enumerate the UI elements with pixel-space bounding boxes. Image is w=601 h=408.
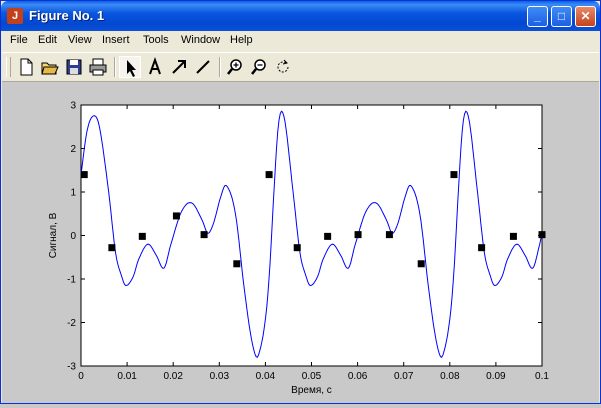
x-tick-label: 0.09 — [486, 371, 506, 382]
menu-file[interactable]: File — [10, 34, 28, 46]
toolbar — [2, 52, 599, 82]
x-tick-label: 0.07 — [394, 371, 414, 382]
toolbar-separator — [219, 57, 221, 77]
x-tick-label: 0.05 — [302, 371, 322, 382]
sample-marker — [200, 231, 208, 239]
y-tick-label: -3 — [67, 362, 76, 373]
y-tick-label: -2 — [67, 318, 76, 329]
x-tick-label: 0.1 — [535, 371, 549, 382]
sample-marker — [293, 244, 301, 252]
menu-window[interactable]: Window — [181, 34, 220, 46]
y-tick-label: 0 — [70, 231, 76, 242]
sample-marker — [80, 171, 88, 179]
sample-marker — [108, 244, 116, 252]
x-tick-label: 0.01 — [117, 371, 137, 382]
insert-arrow-icon[interactable] — [168, 56, 190, 78]
sample-marker — [324, 232, 332, 240]
y-tick-label: 2 — [70, 144, 76, 155]
print-icon[interactable] — [87, 56, 109, 78]
sample-marker — [233, 260, 241, 268]
toolbar-grip[interactable] — [6, 57, 11, 77]
save-icon[interactable] — [63, 56, 85, 78]
title-bar[interactable]: J Figure No. 1 _ □ ✕ — [1, 1, 600, 31]
minimize-button[interactable]: _ — [527, 6, 548, 27]
select-arrow-icon[interactable] — [119, 56, 141, 78]
x-tick-label: 0.06 — [348, 371, 368, 382]
close-button[interactable]: ✕ — [575, 6, 596, 27]
zoom-in-icon[interactable] — [224, 56, 246, 78]
rotate-icon[interactable] — [272, 56, 294, 78]
window-title: Figure No. 1 — [29, 8, 105, 23]
sample-marker — [509, 232, 517, 240]
maximize-button[interactable]: □ — [551, 6, 572, 27]
menu-bar: File Edit View Insert Tools Window Help — [2, 31, 599, 51]
x-tick-label: 0.02 — [163, 371, 183, 382]
x-tick-label: 0 — [78, 371, 84, 382]
menu-view[interactable]: View — [68, 34, 92, 46]
sample-marker — [417, 260, 425, 268]
toolbar-separator — [114, 57, 116, 77]
x-tick-label: 0.03 — [210, 371, 230, 382]
plot-area — [80, 104, 543, 367]
new-file-icon[interactable] — [15, 56, 37, 78]
figure-window: J Figure No. 1 _ □ ✕ File Edit View Inse… — [0, 0, 601, 404]
insert-line-icon[interactable] — [192, 56, 214, 78]
menu-tools[interactable]: Tools — [143, 34, 169, 46]
y-tick-label: 1 — [70, 188, 76, 199]
y-tick-label: 3 — [70, 101, 76, 112]
x-tick-label: 0.08 — [440, 371, 460, 382]
menu-insert[interactable]: Insert — [102, 34, 130, 46]
y-tick-label: -1 — [67, 275, 76, 286]
menu-help[interactable]: Help — [230, 34, 253, 46]
sample-marker — [385, 231, 393, 239]
matlab-app-icon: J — [7, 8, 23, 24]
zoom-out-icon[interactable] — [248, 56, 270, 78]
x-axis-label: Время, с — [291, 385, 332, 396]
sample-marker — [538, 231, 546, 239]
x-tick-label: 0.04 — [256, 371, 276, 382]
y-axis-label: Сигнал, В — [48, 212, 59, 258]
open-folder-icon[interactable] — [39, 56, 61, 78]
sample-marker — [265, 171, 273, 179]
menu-edit[interactable]: Edit — [38, 34, 57, 46]
sample-marker — [478, 244, 486, 252]
sample-marker — [138, 232, 146, 240]
sample-marker — [172, 212, 180, 220]
signal-plot[interactable]: 0 0.01 0.02 0.03 0.04 0.05 0.06 0.07 0.08 0.09 0.1… — [2, 82, 599, 403]
insert-text-icon[interactable] — [144, 56, 166, 78]
figure-canvas: 0 0.01 0.02 0.03 0.04 0.05 0.06 0.07 0.08 0.09 0.1… — [2, 82, 599, 403]
sample-marker — [450, 171, 458, 179]
sample-marker — [354, 231, 362, 239]
